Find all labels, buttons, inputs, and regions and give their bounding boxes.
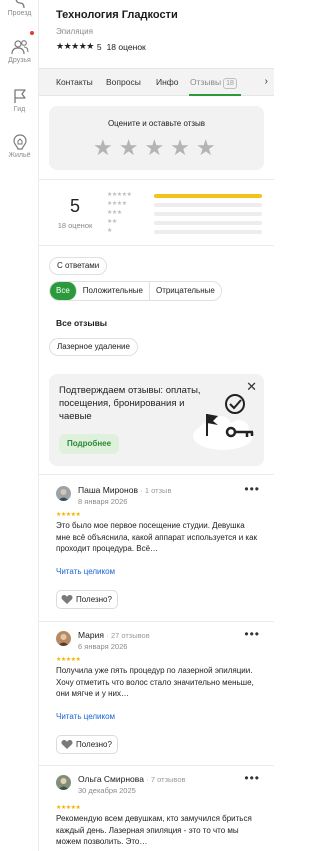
review-author-meta: · 27 отзывов: [106, 631, 150, 640]
more-options-icon[interactable]: •••: [244, 771, 260, 785]
review-stars: ★★★★★: [56, 657, 81, 663]
nav-item-route[interactable]: Проезд: [0, 0, 39, 17]
divider: [39, 245, 274, 246]
flag-icon: [13, 89, 26, 103]
helpful-button[interactable]: Полезно?: [56, 735, 118, 754]
review-filter-segments: Все Положительные Отрицательные: [49, 281, 222, 301]
review-date: 8 января 2026: [78, 497, 128, 506]
nav-label-route: Проезд: [7, 10, 32, 17]
route-icon: [15, 0, 25, 8]
distribution-bar-track: [154, 212, 262, 216]
section-title: Все отзывы: [56, 318, 108, 328]
distribution-row: ★★★: [107, 210, 265, 218]
distribution-stars: ★★★★: [107, 201, 127, 207]
review-date: 30 декабря 2025: [78, 786, 136, 795]
review-author[interactable]: Паша Миронов · 1 отзыв: [78, 485, 171, 495]
nav-label-housing: Жильё: [8, 152, 31, 159]
distribution-stars: ★: [107, 228, 112, 234]
more-options-icon[interactable]: •••: [244, 627, 260, 641]
helpful-label: Полезно?: [76, 740, 112, 749]
summary-count: 18 оценок: [57, 221, 93, 230]
avatar[interactable]: [56, 486, 71, 501]
place-title: Технология Гладкости: [56, 9, 178, 21]
segment-negative[interactable]: Отрицательные: [149, 282, 221, 300]
tab-reviews[interactable]: Отзывы 18: [190, 77, 237, 89]
divider: [39, 179, 274, 180]
review-author[interactable]: Мария · 27 отзывов: [78, 630, 150, 640]
tab-contacts[interactable]: Контакты: [56, 77, 93, 87]
rating-stars-icon: ★★★★★: [56, 41, 94, 51]
read-more-link[interactable]: Читать целиком: [56, 712, 115, 721]
place-rating[interactable]: ★★★★★ 5 18 оценок: [56, 41, 146, 52]
read-more-link[interactable]: Читать целиком: [56, 567, 115, 576]
tab-reviews-badge: 18: [223, 78, 237, 89]
helpful-label: Полезно?: [76, 595, 112, 604]
promo-details-button[interactable]: Подробнее: [59, 434, 120, 454]
distribution-row: ★: [107, 228, 265, 236]
nav-label-guide: Гид: [13, 106, 26, 113]
avatar[interactable]: [56, 631, 71, 646]
place-category[interactable]: Эпиляция: [56, 27, 93, 36]
review-date: 6 января 2026: [78, 642, 128, 651]
distribution-bar-track: [154, 203, 262, 207]
tab-questions[interactable]: Вопросы: [106, 77, 141, 87]
notification-dot: [30, 31, 34, 35]
rate-card-title: Оцените и оставьте отзыв: [107, 119, 206, 128]
review-author-meta: · 1 отзыв: [140, 486, 172, 495]
nav-item-guide[interactable]: Гид: [0, 88, 39, 113]
divider: [39, 621, 274, 622]
tab-reviews-label: Отзывы: [190, 77, 222, 87]
segment-all[interactable]: Все: [50, 282, 77, 300]
distribution-stars: ★★★★★: [107, 192, 132, 198]
review-author[interactable]: Ольга Смирнова · 7 отзывов: [78, 774, 185, 784]
housing-icon: [12, 134, 27, 150]
nav-item-friends[interactable]: Друзья: [0, 39, 39, 64]
distribution-bar-fill: [154, 194, 262, 198]
distribution-row: ★★★★: [107, 201, 265, 209]
with-answers-chip[interactable]: С ответами: [49, 257, 108, 275]
friends-icon: [10, 40, 29, 55]
review-stars: ★★★★★: [56, 805, 81, 811]
rate-card: Оцените и оставьте отзыв ★★★★★: [49, 106, 264, 170]
distribution-stars: ★★★: [107, 210, 122, 216]
rate-stars-input[interactable]: ★★★★★: [93, 135, 222, 161]
left-nav-rail: Проезд Друзья Гид Жильё: [0, 0, 39, 851]
review-text: Это было мое первое посещение студии. Де…: [56, 521, 258, 553]
verified-reviews-banner: Подтверждаем отзывы: оплаты, посещения, …: [49, 374, 264, 466]
avatar[interactable]: [56, 775, 71, 790]
distribution-bar-track: [154, 230, 262, 234]
distribution-stars: ★★: [107, 219, 117, 225]
summary-score: 5: [69, 196, 80, 216]
segment-positive[interactable]: Положительные: [76, 282, 150, 300]
rating-count: 18 оценок: [106, 41, 146, 52]
verified-illustration-icon: [193, 394, 254, 450]
distribution-bar-track: [154, 221, 262, 225]
divider: [39, 765, 274, 766]
review-author-name: Паша Миронов: [78, 485, 138, 495]
tab-info[interactable]: Инфо: [156, 77, 179, 87]
helpful-button[interactable]: Полезно?: [56, 590, 118, 609]
nav-item-housing[interactable]: Жильё: [0, 134, 39, 159]
review-author-meta: · 7 отзывов: [146, 775, 186, 784]
review-text: Получила уже пять процедур по лазерной э…: [56, 666, 254, 698]
heart-icon: [61, 595, 73, 604]
rating-value: 5: [96, 41, 102, 52]
divider: [39, 474, 274, 475]
chevron-right-icon[interactable]: ›: [265, 76, 268, 87]
review-author-name: Мария: [78, 630, 104, 640]
distribution-bar-track: [154, 194, 262, 198]
tab-active-indicator: [189, 94, 241, 96]
topic-chip-laser[interactable]: Лазерное удаление: [49, 338, 138, 356]
review-stars: ★★★★★: [56, 512, 81, 518]
more-options-icon[interactable]: •••: [244, 482, 260, 496]
heart-icon: [61, 740, 73, 749]
review-author-name: Ольга Смирнова: [78, 774, 144, 784]
review-text: Рекомендую всем девушкам, кто замучился …: [56, 814, 252, 846]
tab-bar: Контакты Вопросы Инфо Отзывы 18 ›: [39, 68, 274, 96]
distribution-row: ★★★★★: [107, 192, 265, 200]
distribution-row: ★★: [107, 219, 265, 227]
nav-label-friends: Друзья: [8, 57, 31, 64]
